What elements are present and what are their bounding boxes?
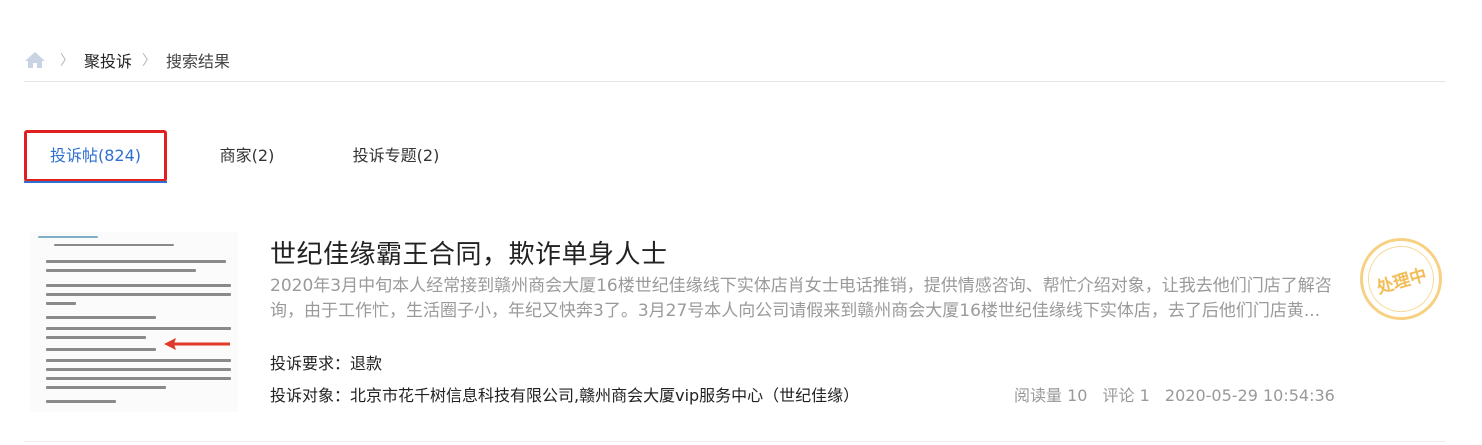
complaint-thumbnail[interactable] xyxy=(30,232,238,412)
demand-label: 投诉要求： xyxy=(270,354,351,373)
complaint-meta: 阅读量 10 评论 1 2020-05-29 10:54:36 xyxy=(1014,382,1345,406)
status-stamp-label: 处理中 xyxy=(1360,238,1442,320)
red-arrow-icon xyxy=(164,338,230,350)
complaint-summary: 2020年3月中旬本人经常接到赣州商会大厦16楼世纪佳缘线下实体店肖女士电话推销… xyxy=(270,276,1332,321)
header-divider xyxy=(24,81,1446,82)
card-divider xyxy=(24,441,1446,442)
complaint-title[interactable]: 世纪佳缘霸王合同，欺诈单身人士 xyxy=(270,234,668,271)
breadcrumb-item-search-results: 搜索结果 xyxy=(166,52,231,71)
tab-merchants[interactable]: 商家(2) xyxy=(212,130,282,182)
active-tab-underline xyxy=(24,181,167,183)
home-icon[interactable] xyxy=(24,51,46,69)
chevron-right-icon: 〉 xyxy=(142,53,157,69)
read-count: 阅读量 10 xyxy=(1014,386,1088,405)
target-value[interactable]: 北京市花千树信息科技有限公司,赣州商会大厦vip服务中心（世纪佳缘） xyxy=(350,386,859,405)
target-label: 投诉对象： xyxy=(270,386,351,405)
complaint-target: 投诉对象：北京市花千树信息科技有限公司,赣州商会大厦vip服务中心（世纪佳缘） xyxy=(270,382,859,406)
comment-count: 评论 1 xyxy=(1102,386,1150,405)
demand-value: 退款 xyxy=(350,354,383,373)
tab-complaint-topics[interactable]: 投诉专题(2) xyxy=(346,130,446,182)
complaint-card[interactable]: 世纪佳缘霸王合同，欺诈单身人士 2020年3月中旬本人经常接到赣州商会大厦16楼… xyxy=(24,230,1446,420)
complaint-demand: 投诉要求：退款 xyxy=(270,350,382,374)
complaint-datetime: 2020-05-29 10:54:36 xyxy=(1164,386,1335,405)
chevron-right-icon: 〉 xyxy=(60,53,74,69)
breadcrumb: 〉 聚投诉 〉 搜索结果 xyxy=(24,48,230,72)
tab-complaint-posts[interactable]: 投诉帖(824) xyxy=(24,130,167,182)
status-stamp: 处理中 xyxy=(1360,238,1442,320)
breadcrumb-item-jutousu[interactable]: 聚投诉 xyxy=(84,48,132,72)
